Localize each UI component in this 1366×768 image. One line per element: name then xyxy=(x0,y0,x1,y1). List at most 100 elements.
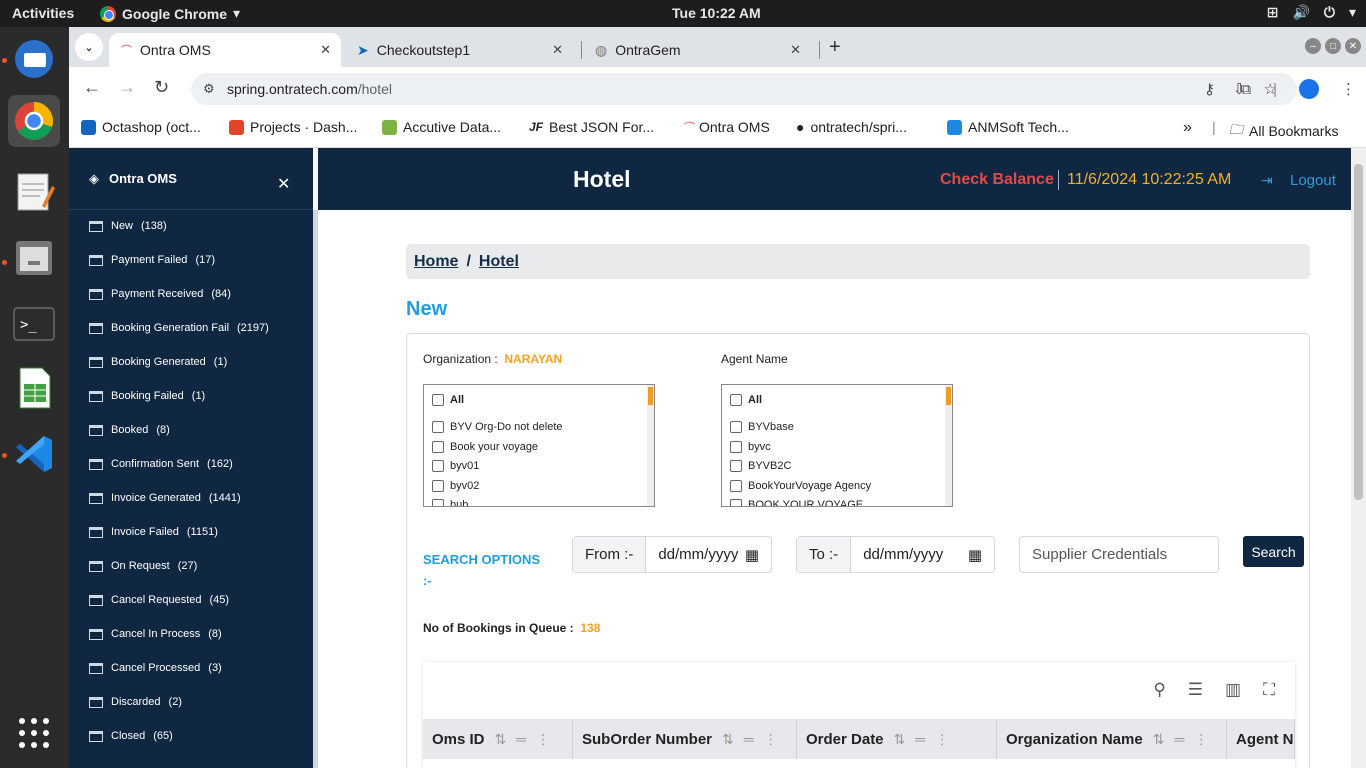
checkbox[interactable] xyxy=(730,421,742,433)
sort-icon[interactable]: ⇅ xyxy=(722,731,734,748)
logout-icon[interactable]: ⇥ xyxy=(1261,172,1273,189)
minimize-icon[interactable]: – xyxy=(1305,38,1321,54)
close-icon[interactable]: ✕ xyxy=(552,42,563,58)
checkbox-option[interactable]: All xyxy=(432,394,464,406)
sidebar-item[interactable]: Cancel Requested (45) xyxy=(89,594,229,606)
bookmark-projects[interactable]: Projects · Dash... xyxy=(229,119,357,135)
column-header[interactable]: Organization Name ⇅ ═ ⋮ xyxy=(997,719,1227,759)
close-window-icon[interactable]: ✕ xyxy=(1345,38,1361,54)
drag-handle-icon[interactable]: ═ xyxy=(1174,731,1184,747)
tab-ontra-oms[interactable]: ⌒ Ontra OMS ✕ xyxy=(109,33,341,67)
check-balance-link[interactable]: Check Balance xyxy=(940,171,1054,189)
menu-icon[interactable]: ⋮ xyxy=(1341,80,1356,98)
key-icon[interactable]: ⚷ xyxy=(1204,80,1215,98)
column-menu-icon[interactable]: ⋮ xyxy=(935,731,949,748)
sort-icon[interactable]: ⇅ xyxy=(495,731,507,748)
sidebar-item[interactable]: New (138) xyxy=(89,220,167,232)
extensions-icon[interactable]: ⧉ xyxy=(1240,81,1251,98)
drag-handle-icon[interactable]: ═ xyxy=(516,731,526,747)
all-bookmarks[interactable]: 🗀 All Bookmarks xyxy=(1229,119,1338,143)
app-menu[interactable]: Google Chrome ▾ xyxy=(100,5,240,22)
breadcrumb-hotel[interactable]: Hotel xyxy=(479,253,519,271)
column-header[interactable]: Agent Name xyxy=(1227,719,1295,759)
bookmark-github[interactable]: ● ontratech/spri... xyxy=(796,119,907,135)
checkbox-option[interactable]: BYVB2C xyxy=(730,460,791,472)
calendar-icon[interactable]: ▦ xyxy=(745,546,759,564)
address-bar[interactable]: ⚙ spring.ontratech.com/hotel ⚷ ⇩ ☆ xyxy=(191,73,1297,105)
calendar-icon[interactable]: ▦ xyxy=(968,546,982,564)
tab-checkoutstep1[interactable]: ➤ Checkoutstep1 ✕ xyxy=(345,33,573,67)
site-info-icon[interactable]: ⚙ xyxy=(203,81,215,97)
close-icon[interactable]: ✕ xyxy=(320,42,331,58)
app-grid-icon[interactable] xyxy=(8,707,60,759)
reload-icon[interactable]: ↻ xyxy=(154,77,169,98)
agent-list[interactable]: All BYVbase byvc BYVB2C BookYourVoyage Agenc… xyxy=(721,384,953,507)
close-icon[interactable]: ✕ xyxy=(277,174,290,194)
terminal-icon[interactable]: >_ xyxy=(8,298,60,350)
page-scrollbar[interactable] xyxy=(1351,148,1366,768)
bookmark-anmsoft[interactable]: ANMSoft Tech... xyxy=(947,119,1069,135)
column-header[interactable]: Oms ID ⇅ ═ ⋮ xyxy=(423,719,573,759)
close-icon[interactable]: ✕ xyxy=(790,42,801,58)
columns-icon[interactable]: ▥ xyxy=(1225,680,1241,700)
checkbox[interactable] xyxy=(432,480,444,492)
checkbox[interactable] xyxy=(730,441,742,453)
bookmarks-overflow[interactable]: » xyxy=(1183,119,1192,137)
text-editor-icon[interactable] xyxy=(8,166,60,218)
sidebar-item[interactable]: Booking Failed (1) xyxy=(89,390,205,402)
vscode-icon[interactable] xyxy=(8,428,60,480)
clock[interactable]: Tue 10:22 AM xyxy=(672,5,761,21)
checkbox-option[interactable]: BOOK YOUR VOYAGE xyxy=(730,499,863,506)
profile-avatar[interactable] xyxy=(1299,79,1319,99)
drag-handle-icon[interactable]: ═ xyxy=(915,731,925,747)
checkbox-option[interactable]: byv02 xyxy=(432,480,479,492)
search-icon[interactable]: ⚲ xyxy=(1153,680,1165,700)
checkbox-option[interactable]: Book your voyage xyxy=(432,441,538,453)
checkbox[interactable] xyxy=(730,394,742,406)
list-scrollbar[interactable] xyxy=(945,385,952,506)
file-manager-icon[interactable] xyxy=(8,231,60,283)
forward-icon[interactable]: → xyxy=(118,77,136,98)
column-menu-icon[interactable]: ⋮ xyxy=(536,731,550,748)
checkbox[interactable] xyxy=(730,480,742,492)
sidebar-item[interactable]: Cancel Processed (3) xyxy=(89,662,222,674)
bookmark-accutive[interactable]: Accutive Data... xyxy=(382,119,501,135)
sidebar-item[interactable]: Booking Generation Fail (2197) xyxy=(89,322,269,334)
checkbox[interactable] xyxy=(730,499,742,506)
column-menu-icon[interactable]: ⋮ xyxy=(764,731,778,748)
bookmark-octashop[interactable]: Octashop (oct... xyxy=(81,119,201,135)
checkbox-option[interactable]: BYVbase xyxy=(730,421,794,433)
system-tray[interactable]: ⊞ 🔊 ⏻ ▾ xyxy=(1267,4,1356,21)
checkbox-option[interactable]: byv01 xyxy=(432,460,479,472)
sidebar-item[interactable]: Closed (65) xyxy=(89,730,173,742)
to-date-field[interactable]: To :- dd/mm/yyyy ▦ xyxy=(796,536,995,573)
sidebar-item[interactable]: Booking Generated (1) xyxy=(89,356,227,368)
sidebar-item[interactable]: Invoice Failed (1151) xyxy=(89,526,218,538)
checkbox-option[interactable]: All xyxy=(730,394,762,406)
checkbox[interactable] xyxy=(730,460,742,472)
checkbox-option[interactable]: bub xyxy=(432,499,468,506)
sidebar-item[interactable]: Invoice Generated (1441) xyxy=(89,492,241,504)
to-date-input[interactable]: dd/mm/yyyy xyxy=(863,546,943,563)
sort-icon[interactable]: ⇅ xyxy=(894,731,906,748)
checkbox-option[interactable]: byvc xyxy=(730,441,771,453)
drag-handle-icon[interactable]: ═ xyxy=(744,731,754,747)
checkbox[interactable] xyxy=(432,499,444,506)
sidebar-item[interactable]: On Request (27) xyxy=(89,560,197,572)
activities-button[interactable]: Activities xyxy=(12,5,74,21)
sort-icon[interactable]: ⇅ xyxy=(1153,731,1165,748)
from-date-field[interactable]: From :- dd/mm/yyyy ▦ xyxy=(572,536,772,573)
breadcrumb-home[interactable]: Home xyxy=(414,253,458,271)
search-button[interactable]: Search xyxy=(1243,536,1304,567)
bookmark-ontra-oms[interactable]: ⌒ Ontra OMS xyxy=(682,119,770,135)
checkbox[interactable] xyxy=(432,460,444,472)
checkbox[interactable] xyxy=(432,441,444,453)
new-tab-button[interactable]: + xyxy=(829,36,841,59)
supplier-credentials-input[interactable]: Supplier Credentials xyxy=(1019,536,1219,573)
tab-search-button[interactable]: ⌄ xyxy=(75,33,103,61)
checkbox-option[interactable]: BookYourVoyage Agency xyxy=(730,480,871,492)
from-date-input[interactable]: dd/mm/yyyy xyxy=(658,546,738,563)
fullscreen-icon[interactable]: ⛶ xyxy=(1263,680,1275,700)
tab-ontragem[interactable]: ◍ OntraGem ✕ xyxy=(583,33,811,67)
logout-link[interactable]: Logout xyxy=(1290,172,1336,189)
